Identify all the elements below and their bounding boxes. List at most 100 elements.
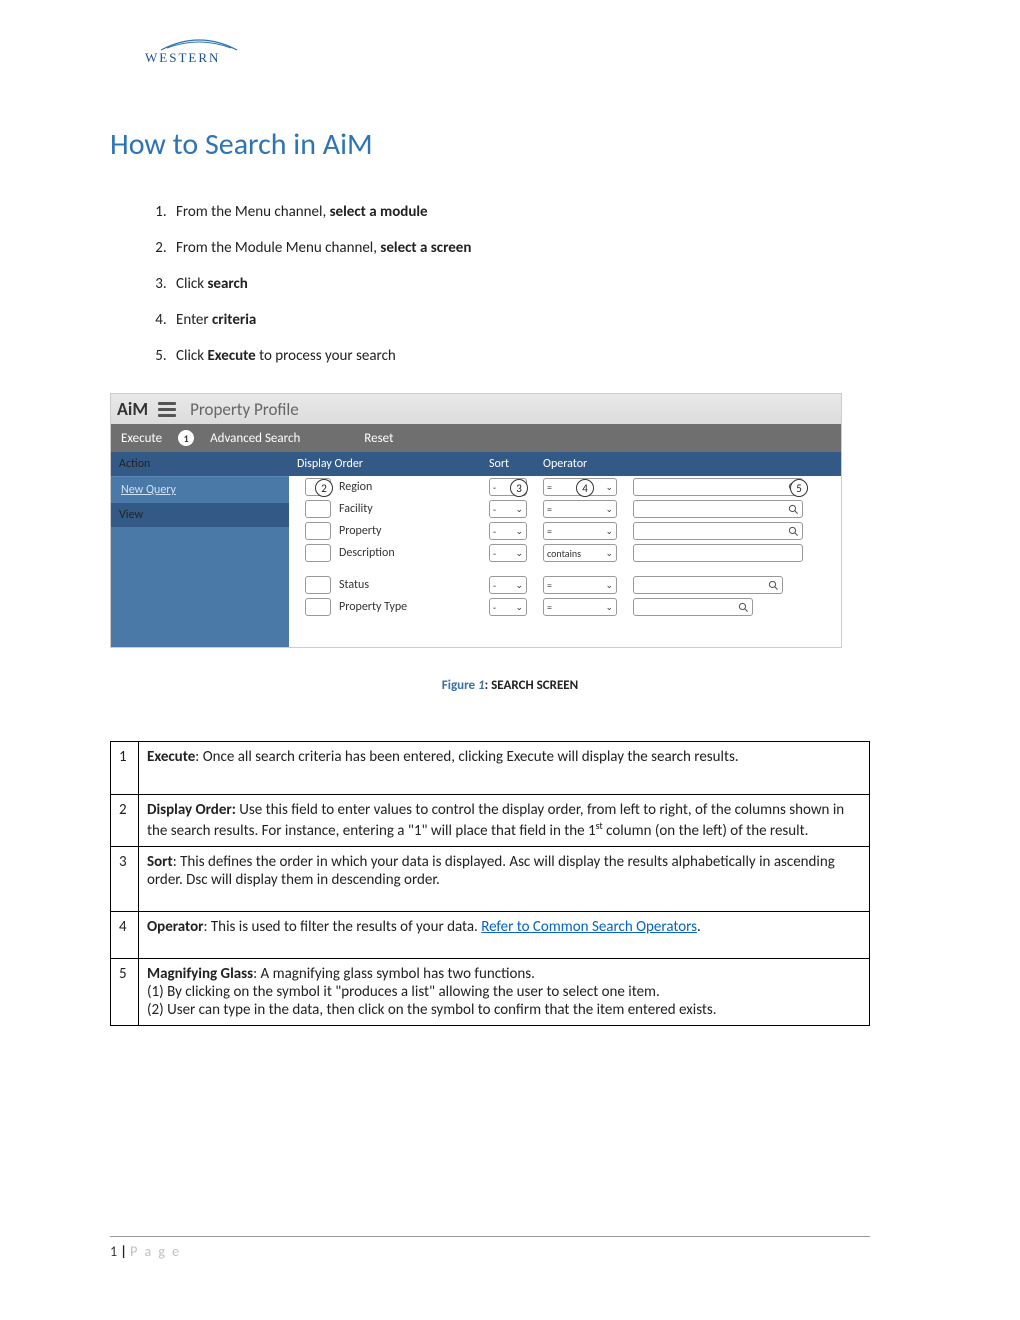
sort-select[interactable]: -⌄ <box>489 598 527 616</box>
display-order-input[interactable] <box>305 522 331 540</box>
toolbar: Execute 1 Advanced Search Reset <box>111 424 841 452</box>
chevron-down-icon: ⌄ <box>515 548 523 559</box>
criteria-row: Description -⌄ contains⌄ <box>289 542 841 564</box>
chevron-down-icon: ⌄ <box>605 504 613 515</box>
search-icon[interactable] <box>788 504 799 515</box>
sort-select[interactable]: -⌄ <box>489 544 527 562</box>
col-header-operator: Operator <box>543 457 633 471</box>
value-input[interactable] <box>633 478 803 496</box>
row-number: 4 <box>111 912 139 959</box>
reset-button[interactable]: Reset <box>364 431 393 446</box>
value-input[interactable] <box>633 522 803 540</box>
operator-select[interactable]: =⌄ <box>543 500 617 518</box>
callout-1-badge: 1 <box>178 430 194 446</box>
page-number: 1 <box>110 1243 117 1260</box>
table-row: 3Sort: This defines the order in which y… <box>111 847 870 912</box>
table-row: 2Display Order: Use this field to enter … <box>111 795 870 847</box>
row-description: Execute: Once all search criteria has be… <box>139 742 870 795</box>
row-number: 1 <box>111 742 139 795</box>
chevron-down-icon: ⌄ <box>515 580 523 591</box>
chevron-down-icon: ⌄ <box>605 482 613 493</box>
col-header-sort: Sort <box>489 457 543 471</box>
value-input[interactable] <box>633 544 803 562</box>
page-label: P a g e <box>130 1243 181 1260</box>
row-number: 2 <box>111 795 139 847</box>
field-label: Property Type <box>339 600 407 614</box>
logo-swoosh-icon <box>159 36 239 54</box>
criteria-row: Status -⌄ =⌄ <box>289 574 841 596</box>
table-row: 4Operator: This is used to filter the re… <box>111 912 870 959</box>
criteria-row: Property Type -⌄ =⌄ <box>289 596 841 618</box>
figure-screenshot: AiM Property Profile Execute 1 Advanced … <box>110 393 910 648</box>
new-query-link[interactable]: New Query <box>121 483 176 497</box>
display-order-input[interactable] <box>305 500 331 518</box>
field-label: Description <box>339 546 395 560</box>
chevron-down-icon: ⌄ <box>515 504 523 515</box>
page-title: How to Search in AiM <box>110 126 910 163</box>
row-description: Sort: This defines the order in which yo… <box>139 847 870 912</box>
table-row: 5Magnifying Glass: A magnifying glass sy… <box>111 959 870 1026</box>
search-icon[interactable] <box>788 526 799 537</box>
row-number: 3 <box>111 847 139 912</box>
value-input[interactable] <box>633 500 803 518</box>
row-description: Operator: This is used to filter the res… <box>139 912 870 959</box>
field-label: Facility <box>339 502 373 516</box>
figure-caption: Figure 1: SEARCH SCREEN <box>110 678 910 693</box>
col-header-display-order: Display Order <box>289 457 489 471</box>
search-form: Display Order Sort Operator Region-⌄=⌄Fa… <box>289 452 841 647</box>
chevron-down-icon: ⌄ <box>605 602 613 613</box>
operator-select[interactable]: contains⌄ <box>543 544 617 562</box>
sort-select[interactable]: -⌄ <box>489 576 527 594</box>
criteria-row: Region-⌄=⌄ <box>289 476 841 498</box>
operator-select[interactable]: =⌄ <box>543 576 617 594</box>
description-table: 1Execute: Once all search criteria has b… <box>110 741 870 1026</box>
execute-button[interactable]: Execute <box>121 431 162 446</box>
callout-2: 2 <box>315 479 333 497</box>
field-label: Property <box>339 524 381 538</box>
chevron-down-icon: ⌄ <box>515 602 523 613</box>
operators-link[interactable]: Refer to Common Search Operators <box>481 918 697 936</box>
sidebar-action-header: Action <box>111 452 289 476</box>
step-1: From the Menu channel, select a module <box>170 203 910 221</box>
page-footer: 1 | P a g e <box>110 1236 870 1260</box>
sidebar: Action New Query View <box>111 452 289 647</box>
search-icon[interactable] <box>738 602 749 613</box>
value-input[interactable] <box>633 576 783 594</box>
operator-select[interactable]: =⌄ <box>543 598 617 616</box>
operator-select[interactable]: =⌄ <box>543 522 617 540</box>
step-5: Click Execute to process your search <box>170 347 910 365</box>
chevron-down-icon: ⌄ <box>605 580 613 591</box>
logo: WESTERN <box>145 50 910 66</box>
app-titlebar: AiM Property Profile <box>111 394 841 424</box>
display-order-input[interactable] <box>305 598 331 616</box>
step-4: Enter criteria <box>170 311 910 329</box>
search-icon[interactable] <box>768 580 779 591</box>
chevron-down-icon: ⌄ <box>605 548 613 559</box>
chevron-down-icon: ⌄ <box>605 526 613 537</box>
screen-title: Property Profile <box>190 399 299 420</box>
step-3: Click search <box>170 275 910 293</box>
row-description: Display Order: Use this field to enter v… <box>139 795 870 847</box>
row-description: Magnifying Glass: A magnifying glass sym… <box>139 959 870 1026</box>
steps-list: From the Menu channel, select a module F… <box>170 203 910 365</box>
sort-select[interactable]: -⌄ <box>489 522 527 540</box>
hamburger-icon[interactable] <box>158 402 176 417</box>
step-2: From the Module Menu channel, select a s… <box>170 239 910 257</box>
display-order-input[interactable] <box>305 544 331 562</box>
value-input[interactable] <box>633 598 753 616</box>
criteria-row: Property -⌄ =⌄ <box>289 520 841 542</box>
display-order-input[interactable] <box>305 576 331 594</box>
app-name: AiM <box>117 398 148 420</box>
field-label: Status <box>339 578 369 592</box>
row-number: 5 <box>111 959 139 1026</box>
field-label: Region <box>339 480 372 494</box>
callout-5: 5 <box>790 479 808 497</box>
criteria-row: Facility -⌄ =⌄ <box>289 498 841 520</box>
advanced-search-link[interactable]: Advanced Search <box>210 431 300 446</box>
chevron-down-icon: ⌄ <box>515 526 523 537</box>
sidebar-view-header: View <box>111 503 289 527</box>
callout-4: 4 <box>576 479 594 497</box>
sort-select[interactable]: -⌄ <box>489 500 527 518</box>
table-row: 1Execute: Once all search criteria has b… <box>111 742 870 795</box>
callout-3: 3 <box>510 479 528 497</box>
